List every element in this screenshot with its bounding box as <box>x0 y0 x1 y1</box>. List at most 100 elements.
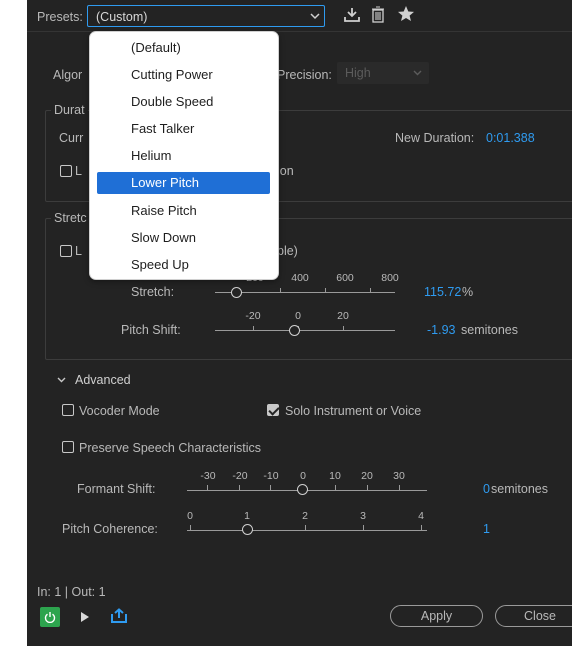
power-button[interactable] <box>40 607 60 627</box>
preset-option-selected[interactable]: Lower Pitch <box>97 172 270 194</box>
pitch-shift-thumb[interactable] <box>289 325 300 336</box>
delete-icon[interactable] <box>371 6 385 23</box>
pitch-coherence-tick-label: 1 <box>244 510 250 522</box>
lock-stretch-checkbox[interactable] <box>60 245 72 257</box>
new-duration-label: New Duration: <box>395 131 475 145</box>
stretch-thumb[interactable] <box>231 287 242 298</box>
pitch-shift-tick-label: 20 <box>337 310 349 322</box>
preset-option[interactable]: Cutting Power <box>97 64 270 86</box>
pitch-shift-tick-label: -20 <box>245 310 261 322</box>
preset-option[interactable]: (Default) <box>97 37 270 59</box>
formant-shift-unit: semitones <box>491 482 548 496</box>
stretch-value[interactable]: 115.72 <box>424 285 461 299</box>
preserve-speech-label: Preserve Speech Characteristics <box>79 441 262 455</box>
pitch-shift-slider[interactable]: -20 0 20 <box>215 310 395 340</box>
formant-shift-tick-label: -20 <box>232 470 248 482</box>
stretch-tick-label: 600 <box>336 272 354 284</box>
pitch-coherence-tick-label: 0 <box>187 510 193 522</box>
formant-shift-tick <box>335 485 336 491</box>
pitch-coherence-tick-label: 4 <box>418 510 424 522</box>
stretch-tick-label: 800 <box>381 272 399 284</box>
preset-option[interactable]: Helium <box>97 145 270 167</box>
pitch-coherence-tick <box>190 525 191 531</box>
preset-option[interactable]: Speed Up <box>97 254 270 276</box>
presets-dropdown[interactable]: (Custom) <box>87 5 325 27</box>
stretch-group-label: Stretc <box>51 211 90 225</box>
formant-shift-tick <box>239 485 240 491</box>
pitch-shift-tick-label: 0 <box>295 310 301 322</box>
formant-shift-thumb[interactable] <box>297 484 308 495</box>
precision-select: High <box>337 62 429 84</box>
formant-shift-slider[interactable]: -30 -20 -10 0 10 20 30 <box>187 468 427 498</box>
vocoder-checkbox[interactable] <box>62 404 74 416</box>
solo-instrument-checkbox[interactable] <box>267 404 279 416</box>
precision-label: Precision: <box>277 68 332 82</box>
formant-shift-tick-label: 30 <box>393 470 405 482</box>
star-icon[interactable] <box>397 5 415 22</box>
formant-shift-tick-label: 0 <box>300 470 306 482</box>
pitch-shift-unit: semitones <box>461 323 518 337</box>
algorithm-label: Algor <box>53 68 83 82</box>
pitch-coherence-tick-label: 2 <box>302 510 308 522</box>
power-icon <box>44 612 56 623</box>
preset-option[interactable]: Raise Pitch <box>97 200 270 222</box>
formant-shift-tick-label: -30 <box>200 470 216 482</box>
export-icon[interactable] <box>110 608 128 624</box>
pitch-shift-tick <box>253 326 254 331</box>
duration-group-label: Durat <box>51 103 88 117</box>
pitch-coherence-tick <box>305 525 306 531</box>
save-preset-icon[interactable] <box>343 7 361 23</box>
preset-option[interactable]: Fast Talker <box>97 118 270 140</box>
precision-value: High <box>345 66 371 80</box>
formant-shift-label: Formant Shift: <box>77 482 156 496</box>
pitch-shift-label: Pitch Shift: <box>121 323 181 337</box>
chevron-down-icon <box>413 70 422 76</box>
pitch-coherence-tick <box>421 525 422 531</box>
pitch-coherence-value[interactable]: 1 <box>483 522 490 536</box>
pitch-coherence-track <box>187 530 427 531</box>
pitch-shift-value[interactable]: -1.93 <box>427 323 456 337</box>
stretch-label: Stretch: <box>131 285 175 299</box>
apply-button[interactable]: Apply <box>390 605 483 627</box>
formant-shift-tick <box>270 485 271 491</box>
pitch-shift-tick <box>343 326 344 331</box>
formant-shift-tick <box>399 485 400 491</box>
presets-value: (Custom) <box>96 10 148 24</box>
stretch-tick <box>370 288 371 293</box>
new-duration-value: 0:01.388 <box>486 131 535 145</box>
formant-shift-tick-label: -10 <box>263 470 279 482</box>
preserve-speech-checkbox[interactable] <box>62 441 74 453</box>
play-icon[interactable] <box>80 611 90 623</box>
stretch-track <box>215 292 395 293</box>
current-duration-label: Curr <box>59 131 84 145</box>
in-out-label: In: 1 | Out: 1 <box>37 585 106 599</box>
formant-shift-tick-label: 10 <box>329 470 341 482</box>
pitch-shift-track <box>215 330 395 331</box>
stretch-tick <box>325 288 326 293</box>
lock-duration-label: L <box>75 164 82 178</box>
preset-option[interactable]: Slow Down <box>97 227 270 249</box>
formant-shift-tick <box>367 485 368 491</box>
advanced-toggle[interactable]: Advanced <box>75 373 131 387</box>
lock-stretch-label: L <box>75 244 82 258</box>
pitch-coherence-thumb[interactable] <box>242 524 253 535</box>
presets-label: Presets: <box>37 10 83 24</box>
pitch-coherence-tick-label: 3 <box>360 510 366 522</box>
formant-shift-tick-label: 20 <box>361 470 373 482</box>
chevron-down-icon <box>310 13 320 20</box>
formant-shift-tick <box>207 485 208 491</box>
pitch-coherence-slider[interactable]: 0 1 2 3 4 <box>187 508 427 538</box>
lock-stretch-label-tail: ple) <box>277 244 298 258</box>
chevron-down-icon[interactable] <box>57 377 66 383</box>
close-button[interactable]: Close <box>495 605 572 627</box>
formant-shift-value[interactable]: 0 <box>483 482 490 496</box>
lock-duration-checkbox[interactable] <box>60 165 72 177</box>
preset-option[interactable]: Double Speed <box>97 91 270 113</box>
presets-menu: (Default) Cutting Power Double Speed Fas… <box>89 31 279 280</box>
stretch-tick <box>280 288 281 293</box>
pitch-coherence-label: Pitch Coherence: <box>62 522 158 536</box>
stretch-tick-label: 400 <box>291 272 309 284</box>
vocoder-label: Vocoder Mode <box>79 404 160 418</box>
stretch-unit: % <box>462 285 474 299</box>
lock-duration-label-tail: ion <box>277 164 294 178</box>
